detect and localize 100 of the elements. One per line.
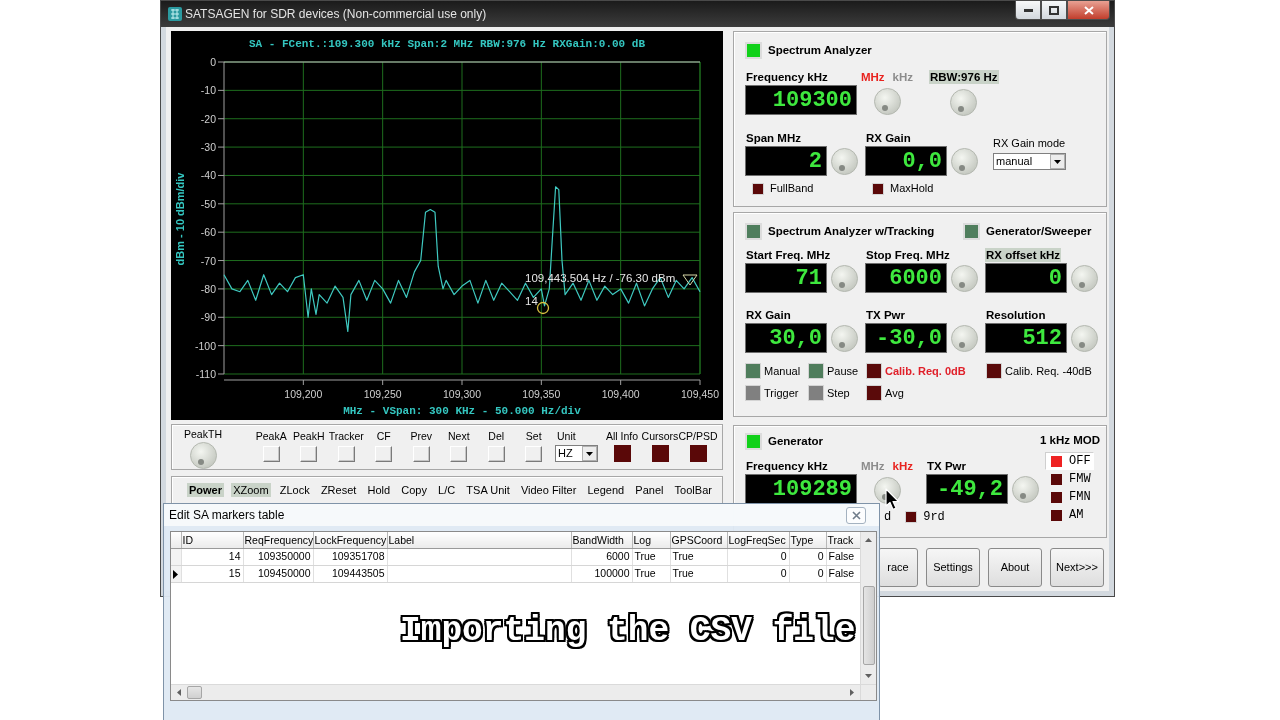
minimize-icon <box>1023 8 1033 12</box>
column-header[interactable]: Track <box>826 532 860 548</box>
tool-label: Prev <box>410 430 433 443</box>
toggle-indicator[interactable] <box>651 445 669 462</box>
push-button[interactable]: Next>>> <box>1050 548 1104 587</box>
tool-button[interactable] <box>525 446 543 462</box>
tool-label: Del <box>488 430 505 443</box>
tool-button[interactable] <box>450 446 468 462</box>
column-header[interactable]: LockFrequency <box>313 532 387 548</box>
column-header[interactable]: Log <box>632 532 670 548</box>
horizontal-scrollbar[interactable] <box>171 684 860 700</box>
vertical-scrollbar[interactable] <box>860 532 876 684</box>
tool-label: CP/PSD <box>678 430 718 443</box>
minimize-button[interactable] <box>1015 1 1041 20</box>
scrollbar-corner <box>860 684 876 700</box>
toggle-option[interactable]: 9rd <box>905 510 945 524</box>
value-display[interactable]: 71 <box>745 263 827 293</box>
modulation-option[interactable]: AM <box>1045 506 1094 524</box>
value-display[interactable]: 512 <box>985 323 1067 353</box>
axis-tick-label: -20 <box>200 112 216 125</box>
tool-button[interactable] <box>487 446 505 462</box>
tool-label: All Info <box>605 430 639 443</box>
table-cell: 0 <box>789 565 826 582</box>
toggle-option[interactable]: Avg <box>866 385 904 401</box>
column-header[interactable]: GPSCoord <box>670 532 727 548</box>
column-header[interactable]: Type <box>789 532 826 548</box>
value-display[interactable]: 30,0 <box>745 323 827 353</box>
column-header[interactable]: ID <box>181 532 243 548</box>
axis-tick-label: -30 <box>200 141 216 154</box>
toggle-label: d <box>884 510 892 524</box>
table-cell: 109351708 <box>313 548 387 565</box>
value-display[interactable]: 109289 <box>745 474 857 504</box>
axis-tick-label: -10 <box>200 84 216 97</box>
field-label: Start Freq. MHz <box>745 248 832 262</box>
push-button[interactable]: Settings <box>926 548 980 587</box>
mode-toggle[interactable]: Generator <box>745 433 823 450</box>
table-cell: 109350000 <box>243 548 313 565</box>
tool-button[interactable] <box>412 446 430 462</box>
toggle-option[interactable]: Manual <box>745 363 801 379</box>
table-cell: True <box>670 565 727 582</box>
value-display[interactable]: 109300 <box>745 85 857 116</box>
value-display[interactable]: 2 <box>745 146 827 177</box>
value-display[interactable]: 6000 <box>865 263 947 293</box>
tool-button[interactable] <box>375 446 393 462</box>
unit-option[interactable]: kHz <box>892 459 914 473</box>
value-display[interactable]: -49,2 <box>926 474 1008 504</box>
axis-tick-label: -80 <box>200 282 216 295</box>
axis-title: MHz - VSpan: 300 KHz - 50.000 Hz/div <box>343 405 581 417</box>
field-label: Frequency kHz <box>745 70 829 85</box>
scrollbar-thumb[interactable] <box>187 686 202 699</box>
tool-label: Unit <box>556 430 576 443</box>
option-label: L/C <box>437 483 457 497</box>
axis-tick-label: -100 <box>195 339 216 352</box>
row-selector[interactable] <box>171 565 181 582</box>
modulation-option[interactable]: FMN <box>1045 488 1094 506</box>
arrow-down-icon <box>865 674 872 678</box>
toggle-option[interactable]: FullBand <box>752 182 814 196</box>
column-header[interactable]: LogFreqSec <box>727 532 789 548</box>
field-label: TX Pwr <box>865 308 906 322</box>
tool-label: Set <box>525 430 542 443</box>
marker-label: 14 <box>525 295 538 307</box>
toggle-indicator[interactable] <box>613 445 631 462</box>
mode-toggle[interactable]: Spectrum Analyzer w/Tracking <box>745 223 935 240</box>
video-caption: Importing the CSV file <box>400 613 856 648</box>
column-header[interactable]: Label <box>387 532 571 548</box>
option-label: Copy <box>400 483 428 497</box>
tool-button[interactable] <box>262 446 280 462</box>
option-label: Legend <box>586 483 626 497</box>
scrollbar-thumb[interactable] <box>862 586 875 665</box>
mode-toggle[interactable]: Generator/Sweeper <box>963 223 1092 240</box>
value-display[interactable]: -30,0 <box>865 323 947 353</box>
axis-tick-label: -40 <box>200 169 216 182</box>
value-display[interactable]: 0 <box>985 263 1067 293</box>
toggle-option[interactable]: Step <box>808 385 850 401</box>
field-label: RBW:976 Hz <box>929 70 999 85</box>
modulation-option[interactable]: FMW <box>1045 470 1094 488</box>
dropdown[interactable]: HZ <box>555 445 598 462</box>
maximize-button[interactable] <box>1041 1 1067 20</box>
unit-option[interactable]: MHz <box>860 70 885 85</box>
toggle-option[interactable]: Calib. Req. -40dB <box>986 363 1092 379</box>
row-pointer-icon <box>173 569 179 579</box>
field-label: RX Gain <box>865 131 912 146</box>
dropdown[interactable]: manual <box>993 153 1066 171</box>
column-header[interactable]: ReqFrequency <box>243 532 313 548</box>
option-label: Video Filter <box>519 483 578 497</box>
toggle-option[interactable]: Trigger <box>745 385 799 401</box>
value-display[interactable]: 0,0 <box>865 146 947 177</box>
column-header[interactable]: BandWidth <box>571 532 632 548</box>
toggle-option[interactable]: MaxHold <box>872 182 934 196</box>
toggle-indicator[interactable] <box>689 445 707 462</box>
toggle-option[interactable]: Pause <box>808 363 859 379</box>
modulation-option[interactable]: OFF <box>1045 452 1094 470</box>
close-button[interactable] <box>1067 1 1110 20</box>
close-button[interactable] <box>846 506 866 524</box>
tool-button[interactable] <box>337 446 355 462</box>
toggle-option[interactable]: Calib. Req. 0dB <box>866 363 966 379</box>
mode-toggle[interactable]: Spectrum Analyzer <box>745 42 872 59</box>
tool-button[interactable] <box>300 446 318 462</box>
push-button[interactable]: About <box>988 548 1042 587</box>
push-button[interactable]: race <box>878 548 918 587</box>
